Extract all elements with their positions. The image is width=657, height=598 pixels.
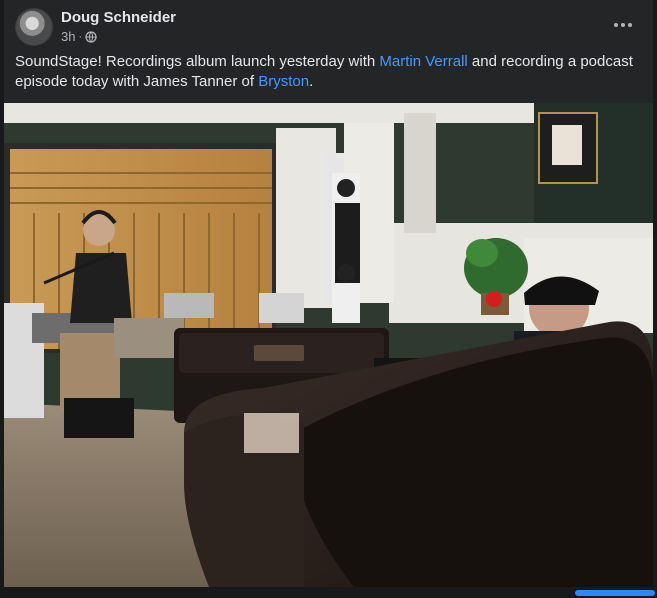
post-header: Doug Schneider 3h · bbox=[4, 0, 653, 50]
post-body: SoundStage! Recordings album launch yest… bbox=[15, 52, 635, 92]
post-card: Doug Schneider 3h · SoundStage! Recordin… bbox=[4, 0, 657, 598]
mention-link[interactable]: Bryston bbox=[258, 73, 309, 90]
bottom-bar bbox=[4, 587, 657, 598]
author-name[interactable]: Doug Schneider bbox=[61, 9, 176, 26]
post-time[interactable]: 3h bbox=[61, 29, 75, 44]
meta-separator: · bbox=[78, 30, 83, 43]
post-text-segment: SoundStage! Recordings album launch yest… bbox=[15, 53, 380, 70]
more-options-icon bbox=[614, 23, 618, 27]
mention-link[interactable]: Martin Verrall bbox=[379, 53, 467, 70]
author-avatar[interactable] bbox=[15, 8, 53, 46]
more-options-icon bbox=[628, 23, 632, 27]
post-photo[interactable] bbox=[4, 103, 653, 587]
post-meta: 3h · bbox=[61, 29, 97, 44]
globe-icon[interactable] bbox=[85, 30, 97, 43]
more-options-button[interactable] bbox=[607, 14, 639, 36]
more-options-icon bbox=[621, 23, 625, 27]
scrollbar[interactable] bbox=[575, 590, 655, 596]
post-text-segment: . bbox=[309, 73, 314, 90]
